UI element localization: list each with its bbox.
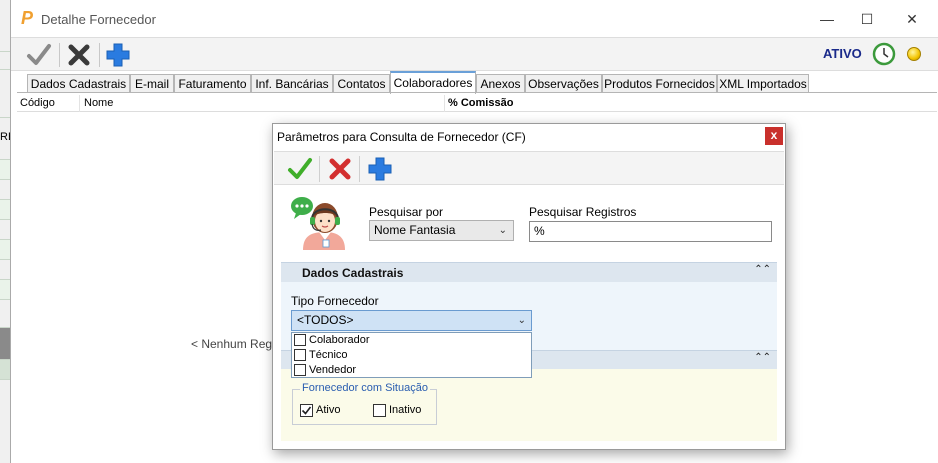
x-icon: [68, 44, 90, 66]
tab-anexos[interactable]: Anexos: [476, 74, 525, 93]
confirm-button[interactable]: [25, 41, 53, 69]
tab-xml-importados[interactable]: XML Importados: [717, 74, 809, 93]
tab-contatos[interactable]: Contatos: [333, 74, 390, 93]
query-parameters-dialog: Parâmetros para Consulta de Fornecedor (…: [272, 123, 786, 450]
tab-colaboradores[interactable]: Colaboradores: [390, 71, 476, 94]
option-label: Técnico: [309, 349, 348, 361]
close-window-button[interactable]: ✕: [897, 8, 927, 30]
toolbar-separator: [359, 156, 360, 182]
dialog-title: Parâmetros para Consulta de Fornecedor (…: [277, 130, 526, 144]
column-separator: [444, 95, 445, 112]
supplier-status-group: Fornecedor com Situação Ativo Inativo: [292, 382, 437, 425]
minimize-button[interactable]: —: [812, 8, 842, 30]
title-bar: P Detalhe Fornecedor — ☐ ✕: [11, 0, 938, 37]
option-checkbox[interactable]: [294, 334, 306, 346]
tab-bar: Dados Cadastrais E-mail Faturamento Inf.…: [17, 71, 937, 94]
tab-faturamento[interactable]: Faturamento: [174, 74, 251, 93]
section-title: Dados Cadastrais: [302, 266, 404, 280]
tab-email[interactable]: E-mail: [130, 74, 174, 93]
search-by-value: Nome Fantasia: [374, 223, 456, 237]
grid-empty-message: < Nenhum Regist: [191, 337, 285, 351]
toolbar-separator: [99, 43, 100, 67]
tab-observacoes[interactable]: Observações: [525, 74, 602, 93]
status-label: ATIVO: [823, 46, 862, 61]
tab-produtos-fornecidos[interactable]: Produtos Fornecidos: [602, 74, 717, 93]
section-dados-cadastrais-header[interactable]: Dados Cadastrais ⌃⌃: [281, 262, 777, 282]
maximize-button[interactable]: ☐: [852, 8, 882, 30]
app-logo-icon: P: [21, 8, 34, 28]
ativo-checkbox[interactable]: [300, 404, 313, 417]
search-records-label: Pesquisar Registros: [529, 205, 637, 219]
tab-divider: [17, 92, 937, 93]
toolbar-separator: [319, 156, 320, 182]
chevron-down-icon: ⌄: [517, 315, 526, 326]
dialog-confirm-button[interactable]: [286, 155, 314, 183]
toolbar-separator: [59, 43, 60, 67]
column-header-comissao[interactable]: % Comissão: [448, 97, 513, 111]
checkmark-icon: [288, 158, 312, 179]
option-checkbox[interactable]: [294, 364, 306, 376]
plus-icon: [368, 157, 392, 181]
dropdown-option-colaborador[interactable]: Colaborador: [292, 333, 531, 348]
tab-inf-bancarias[interactable]: Inf. Bancárias: [251, 74, 333, 93]
dialog-cancel-button[interactable]: [326, 155, 354, 183]
search-by-select[interactable]: Nome Fantasia ⌄: [369, 220, 514, 241]
plus-icon: [106, 43, 130, 67]
ativo-label: Ativo: [316, 404, 341, 416]
status-indicator-icon: [907, 47, 921, 61]
dropdown-option-tecnico[interactable]: Técnico: [292, 348, 531, 363]
cancel-button[interactable]: [65, 41, 93, 69]
supplier-type-value: <TODOS>: [297, 313, 354, 327]
option-label: Vendedor: [309, 364, 357, 376]
clock-icon-graphic: [872, 42, 896, 66]
inativo-label: Inativo: [389, 404, 422, 416]
dialog-add-button[interactable]: [366, 155, 394, 183]
collapse-icon[interactable]: ⌃⌃: [754, 264, 771, 275]
chevron-down-icon: ⌄: [498, 225, 507, 236]
dialog-toolbar: [274, 151, 784, 185]
checkmark-icon: [301, 406, 312, 415]
collapse-icon[interactable]: ⌃⌃: [754, 352, 771, 363]
x-icon: [329, 158, 351, 180]
supplier-type-dropdown: Colaborador Técnico Vendedor: [291, 332, 532, 378]
supplier-type-label: Tipo Fornecedor: [291, 294, 379, 308]
option-label: Colaborador: [309, 334, 370, 346]
support-agent-icon: [289, 194, 345, 252]
supplier-type-select[interactable]: <TODOS> ⌄: [291, 310, 532, 331]
checkmark-icon: [27, 44, 51, 65]
inativo-checkbox[interactable]: [373, 404, 386, 417]
option-checkbox[interactable]: [294, 349, 306, 361]
dropdown-option-vendedor[interactable]: Vendedor: [292, 363, 531, 378]
clock-icon[interactable]: [872, 42, 896, 66]
column-separator: [79, 95, 80, 112]
column-header-codigo[interactable]: Código: [20, 97, 55, 111]
dialog-close-button[interactable]: x: [765, 127, 783, 145]
main-toolbar: ATIVO: [11, 37, 938, 71]
column-header-nome[interactable]: Nome: [84, 97, 113, 111]
grid-header: Código Nome % Comissão: [17, 95, 937, 112]
search-records-input[interactable]: %: [529, 221, 772, 242]
add-button[interactable]: [104, 41, 132, 69]
supplier-status-legend: Fornecedor com Situação: [300, 382, 430, 394]
window-title: Detalhe Fornecedor: [41, 12, 156, 27]
search-by-label: Pesquisar por: [369, 205, 444, 219]
tab-dados-cadastrais[interactable]: Dados Cadastrais: [27, 74, 130, 93]
